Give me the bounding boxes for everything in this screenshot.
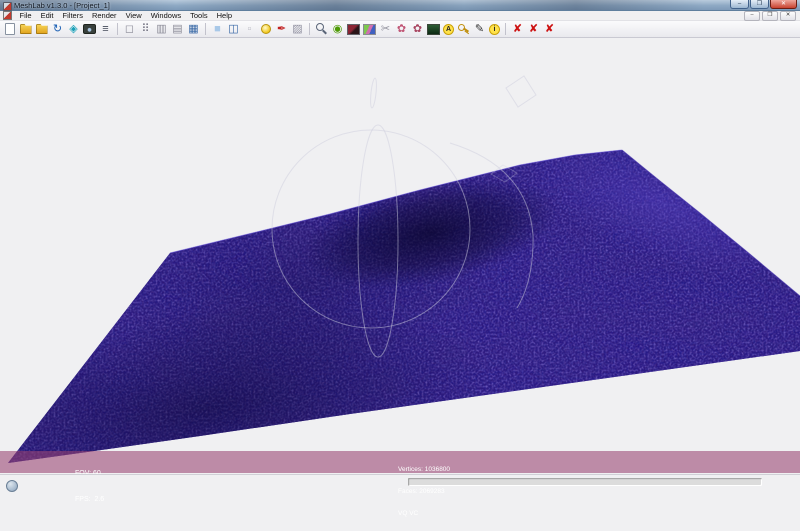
info-icon[interactable]: i	[489, 24, 500, 35]
project-icon	[3, 11, 12, 20]
decorate-icon-2[interactable]: ✿	[411, 22, 424, 36]
scissors-icon[interactable]: ✂	[379, 22, 392, 36]
mdi-minimize-button[interactable]: –	[744, 11, 760, 21]
hud-info-bar: FOV: 60 FPS: 2.6 Vertices: 1036800 Faces…	[0, 451, 800, 473]
split-view-icon[interactable]: ◫	[227, 22, 240, 36]
toolbar-separator	[117, 23, 118, 35]
delete-raster-icon[interactable]: ✘	[527, 22, 540, 36]
decorate-icon-1[interactable]: ✿	[395, 22, 408, 36]
points-render-icon[interactable]: ⠿	[139, 22, 152, 36]
menu-help[interactable]: Help	[212, 11, 236, 20]
menu-file[interactable]: File	[15, 11, 36, 20]
menu-edit[interactable]: Edit	[36, 11, 58, 20]
delete-all-icon[interactable]: ✘	[543, 22, 556, 36]
snapshot-icon[interactable]: ◈	[67, 22, 80, 36]
smooth-shading-icon[interactable]: ▦	[187, 22, 200, 36]
viewport-3d-canvas[interactable]: FOV: 60 FPS: 2.6 Vertices: 1036800 Faces…	[0, 38, 800, 474]
fps-label: FPS: 2.6	[75, 496, 104, 505]
menu-filters[interactable]: Filters	[58, 11, 87, 20]
toolbar-separator	[505, 23, 506, 35]
faces-label: Faces: 2069283	[398, 488, 450, 495]
menu-bar: File Edit Filters Render View Windows To…	[0, 11, 800, 21]
texture-icon[interactable]: ▨	[291, 22, 304, 36]
magnifier-icon[interactable]	[315, 22, 328, 36]
menu-tools[interactable]: Tools	[186, 11, 213, 20]
wireframe-render-icon[interactable]: ▥	[155, 22, 168, 36]
raster-photo-icon[interactable]	[347, 22, 360, 36]
toolbar-items: ↻ ◈ ≡ ◻ ⠿ ▥ ▤ ▦ ■ ◫ ▫ ✒	[3, 22, 556, 36]
pen-icon[interactable]: ✒	[275, 22, 288, 36]
hud-mesh-info: Vertices: 1036800 Faces: 2069283 VQ VC	[398, 452, 450, 531]
globe-icon[interactable]: ◉	[331, 22, 344, 36]
window-controls: – ❐ ✕	[730, 0, 797, 9]
close-button[interactable]: ✕	[770, 0, 797, 9]
toolbar: ↻ ◈ ≡ ◻ ⠿ ▥ ▤ ▦ ■ ◫ ▫ ✒	[0, 21, 800, 38]
meshlab-window: { "window": { "title": "MeshLab v1.3.0 -…	[0, 0, 800, 488]
window-title: MeshLab v1.3.0 - [Project_1]	[14, 1, 110, 10]
progress-bar	[408, 478, 762, 486]
maximize-button[interactable]: ❐	[750, 0, 769, 9]
brush-icon[interactable]: ✎	[473, 22, 486, 36]
new-project-icon[interactable]	[3, 22, 16, 36]
vertices-label: Vertices: 1036800	[398, 466, 450, 473]
label-a-icon[interactable]: A	[443, 24, 454, 35]
menu-render[interactable]: Render	[87, 11, 121, 20]
bbox-render-icon[interactable]: ◻	[123, 22, 136, 36]
mdi-window-controls: – ❐ ✕	[744, 11, 796, 21]
light-icon[interactable]	[259, 22, 272, 36]
toolbar-separator	[205, 23, 206, 35]
menu-windows[interactable]: Windows	[146, 11, 185, 20]
flat-shading-icon[interactable]: ▤	[171, 22, 184, 36]
mesh-flags-label: VQ VC	[398, 510, 450, 517]
reload-icon[interactable]: ↻	[51, 22, 64, 36]
mdi-close-button[interactable]: ✕	[780, 11, 796, 21]
import-mesh-icon[interactable]	[35, 22, 48, 36]
mdi-restore-button[interactable]: ❐	[762, 11, 778, 21]
layers-icon[interactable]: ≡	[99, 22, 112, 36]
key-icon[interactable]	[457, 22, 470, 36]
delete-mesh-icon[interactable]: ✘	[511, 22, 524, 36]
camera-icon[interactable]	[83, 22, 96, 36]
open-project-icon[interactable]	[19, 22, 32, 36]
landscape-icon[interactable]	[427, 22, 440, 36]
selection-icon[interactable]: ■	[211, 22, 224, 36]
dim-icon[interactable]: ▫	[243, 22, 256, 36]
title-bar[interactable]: MeshLab v1.3.0 - [Project_1] – ❐ ✕	[0, 0, 800, 11]
status-bar	[0, 474, 800, 488]
picture-icon[interactable]	[363, 22, 376, 36]
status-corner-icon	[6, 480, 18, 492]
menu-items: File Edit Filters Render View Windows To…	[15, 11, 744, 20]
minimize-button[interactable]: –	[730, 0, 749, 9]
terrain-mesh-render	[0, 38, 800, 474]
toolbar-separator	[309, 23, 310, 35]
app-logo-icon	[3, 2, 12, 11]
menu-view[interactable]: View	[121, 11, 146, 20]
